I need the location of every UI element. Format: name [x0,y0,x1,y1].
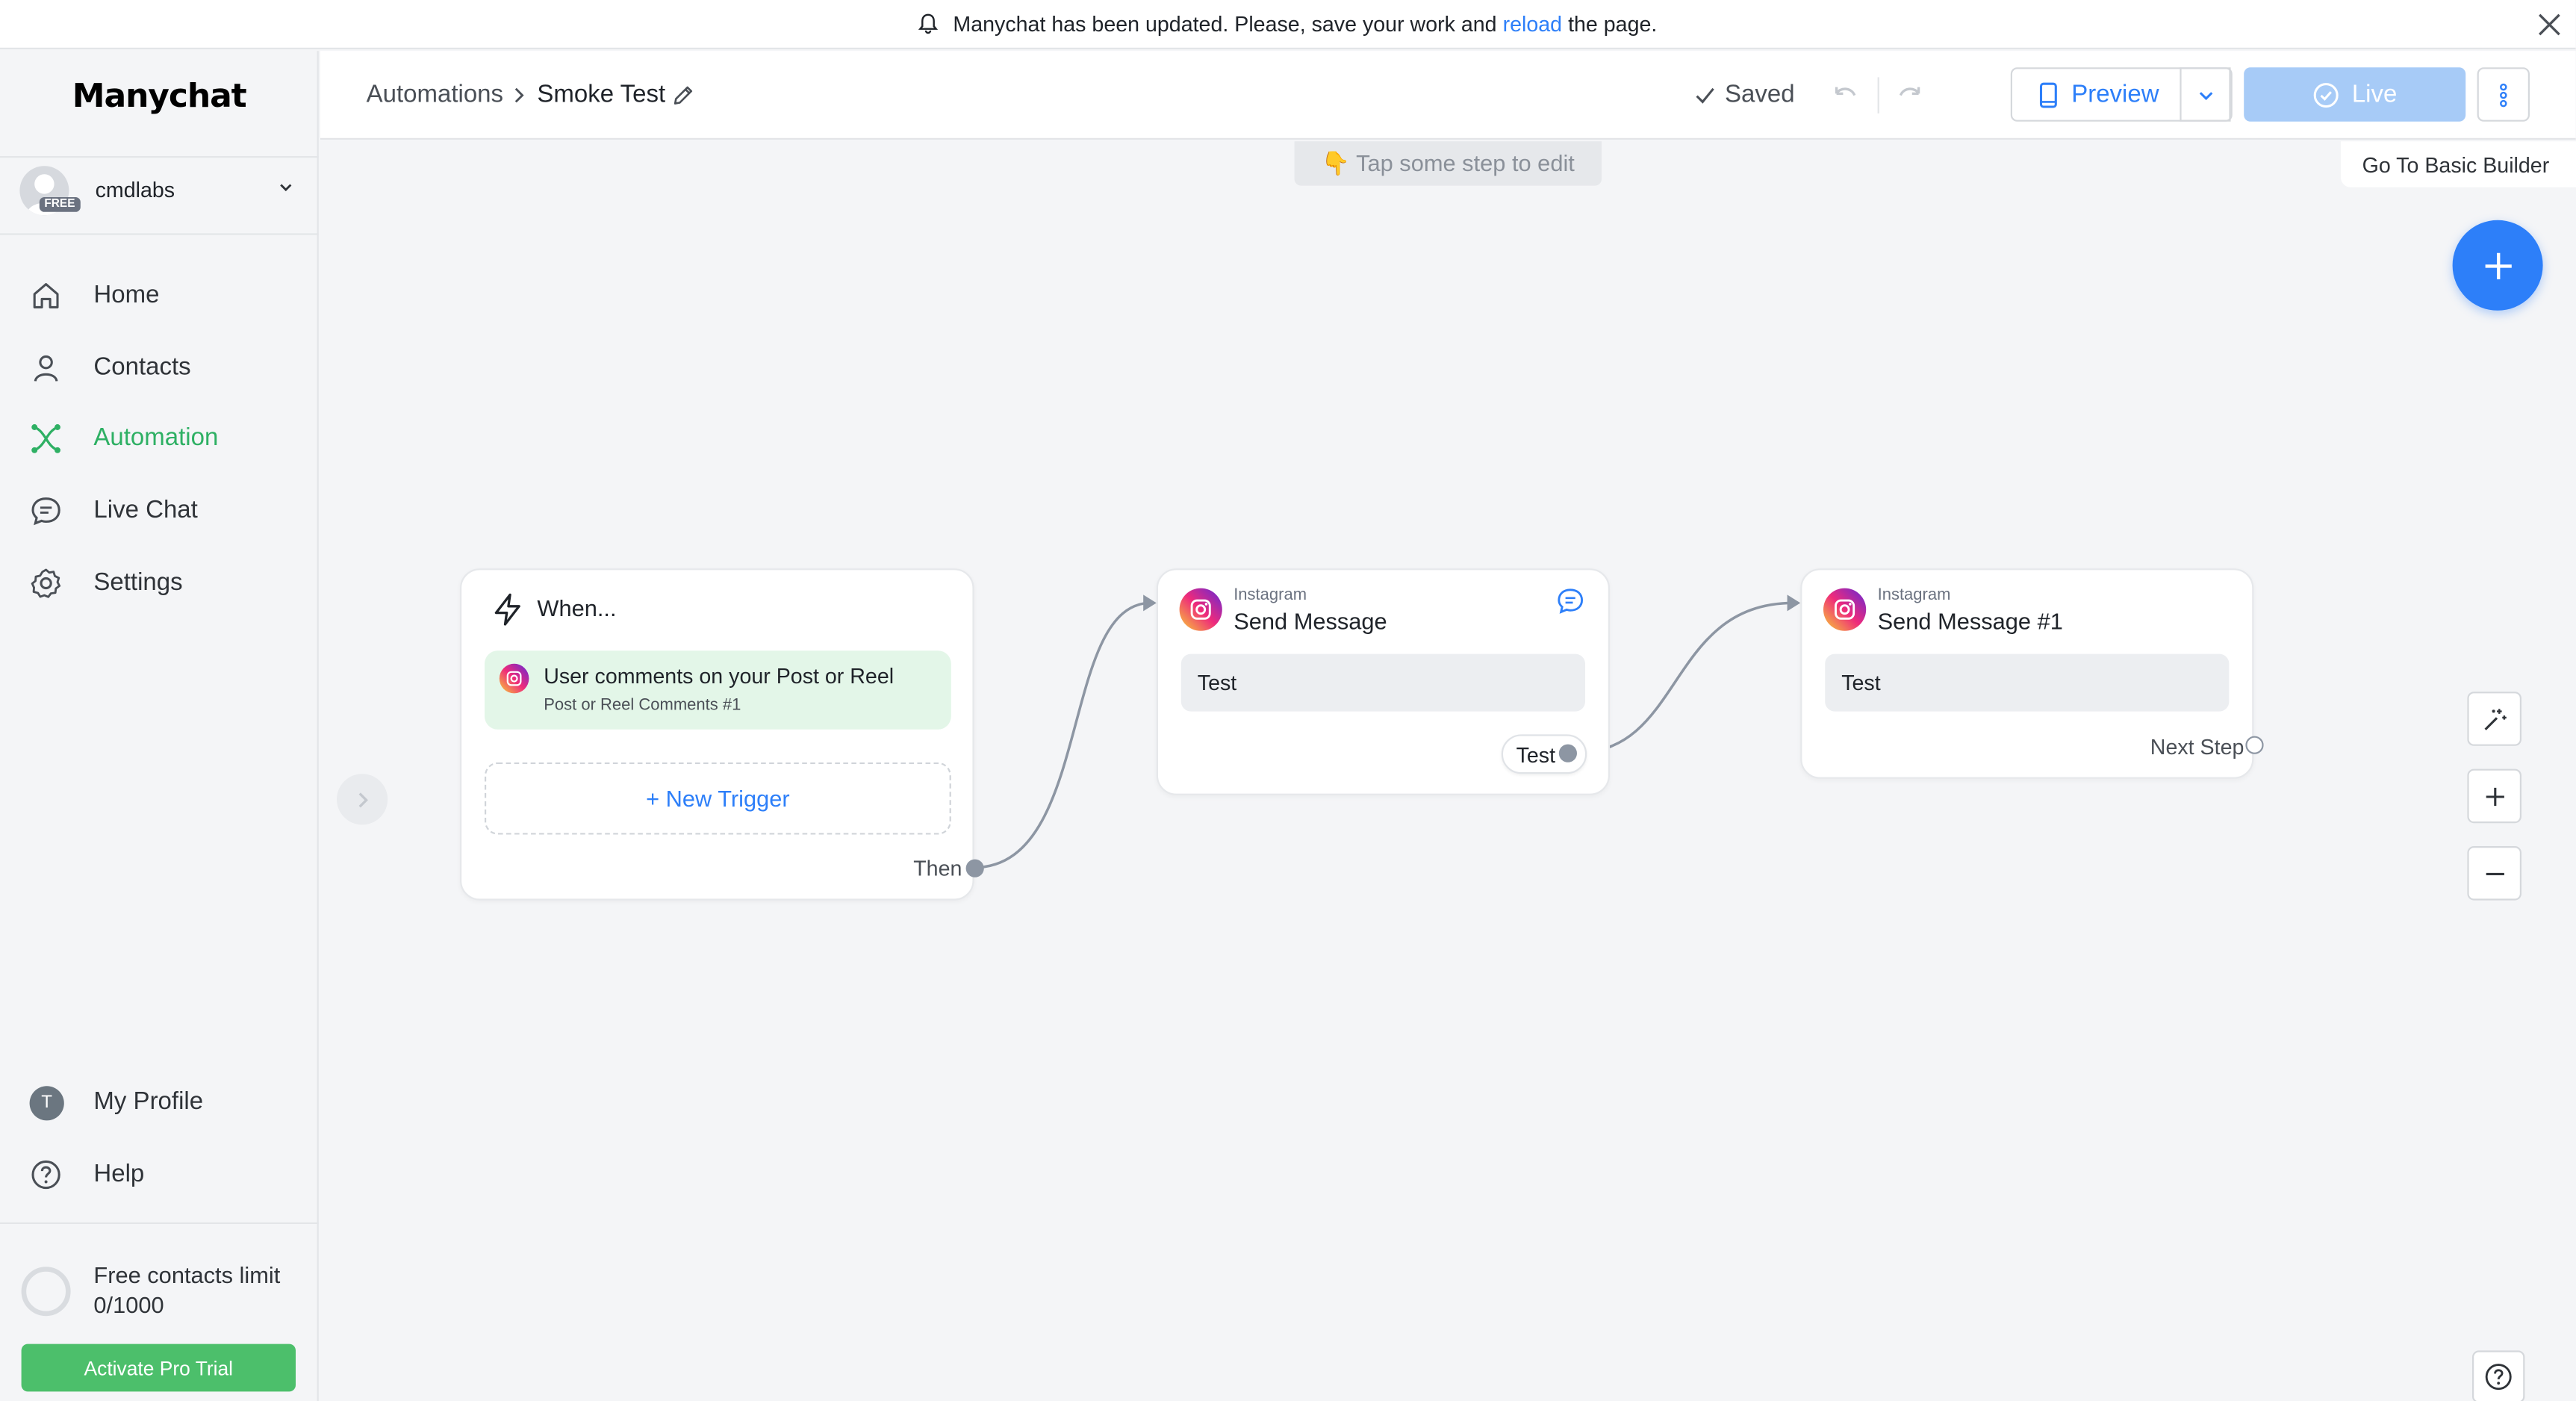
automation-icon [31,424,60,453]
undo-icon[interactable] [1829,79,1861,112]
help-button[interactable] [2472,1350,2525,1401]
sidebar-item-live-chat[interactable]: Live Chat [0,482,319,541]
update-banner: Manychat has been updated. Please, save … [0,0,2576,49]
zoom-in-button[interactable] [2467,768,2521,824]
trigger-item[interactable]: User comments on your Post or Reel Post … [485,650,951,730]
help-icon [31,1160,60,1190]
preview-label: Preview [2071,80,2159,109]
chevron-right-icon [514,87,524,103]
account-switcher[interactable]: FREE cmdlabs [0,156,319,235]
limit-value: 0/1000 [93,1291,164,1318]
sidebar-item-label: My Profile [93,1087,204,1116]
magic-wand-icon [2483,708,2506,730]
node-title: Send Message #1 [1877,608,2063,635]
contacts-limit: Free contacts limit 0/1000 Activate Pro … [0,1222,319,1401]
comment-icon [1558,588,1584,614]
chevron-down-icon [280,184,292,192]
sidebar-item-label: Help [93,1160,145,1188]
lightning-icon [494,593,520,626]
platform-label: Instagram [1233,586,1307,605]
trigger-node[interactable]: When... User comments on your Post or Re… [460,568,984,901]
manychat-logo[interactable]: Manychat [72,75,247,115]
gear-icon [31,568,61,598]
then-label: Then [913,856,962,881]
close-icon[interactable] [2533,8,2566,41]
preview-dropdown[interactable] [2180,67,2233,122]
redo-icon[interactable] [1894,79,1927,112]
platform-label: Instagram [1877,586,1951,605]
banner-text-end: the page. [1568,11,1658,37]
next-step-label: Next Step [2150,734,2244,759]
sidebar-item-label: Settings [93,568,183,597]
trigger-sublabel: Post or Reel Comments #1 [544,696,741,715]
plan-badge: FREE [39,197,81,212]
node-title: Send Message [1233,608,1387,635]
more-options-button[interactable] [2477,67,2530,122]
flow-name[interactable]: Smoke Test [537,81,665,108]
pencil-icon[interactable] [672,84,695,107]
live-button[interactable]: Live [2244,67,2466,122]
profile-avatar: T [29,1086,64,1121]
activate-pro-trial-button[interactable]: Activate Pro Trial [21,1343,296,1392]
new-trigger-button[interactable]: + New Trigger [485,762,951,835]
sidebar-item-automation[interactable]: Automation [0,409,319,468]
check-icon [1696,87,1714,103]
send-message-node[interactable]: Instagram Send Message Test Test [1156,568,1610,795]
limit-progress-ring [21,1267,71,1317]
sidebar-item-help[interactable]: Help [0,1145,319,1204]
sidebar-item-label: Live Chat [93,496,198,524]
message-text[interactable]: Test [1180,653,1585,712]
person-icon [34,355,58,382]
send-message-1-node[interactable]: Instagram Send Message #1 Test Next Step [1800,568,2264,779]
then-connector[interactable] [965,859,984,877]
flow-header: Automations Smoke Test Saved Preview Liv… [320,51,2576,140]
instagram-icon [499,663,529,694]
chevron-down-icon [2199,91,2213,100]
saved-status: Saved [1693,80,1795,109]
chat-icon [31,497,60,526]
instagram-icon [1179,588,1222,631]
sidebar-item-label: Automation [93,423,219,452]
message-text[interactable]: Test [1825,653,2230,712]
auto-arrange-button[interactable] [2467,692,2521,746]
sidebar-item-my-profile[interactable]: T My Profile [0,1073,319,1132]
flow-canvas[interactable]: 👇 Tap some step to edit Go To Basic Buil… [320,141,2576,1401]
trigger-title: When... [537,594,617,621]
check-circle-icon [2313,82,2339,108]
saved-label: Saved [1725,80,1795,109]
account-name: cmdlabs [95,177,175,202]
trigger-label: User comments on your Post or Reel [544,663,895,689]
button-connector[interactable] [1558,744,1577,762]
sidebar-item-settings[interactable]: Settings [0,553,319,612]
zoom-out-button[interactable] [2467,846,2521,901]
banner-text: Manychat has been updated. Please, save … [953,11,1497,37]
reload-link[interactable]: reload [1503,11,1563,36]
instagram-icon [1823,588,1867,631]
divider [1877,77,1879,114]
minus-icon [2485,872,2504,875]
sidebar-item-home[interactable]: Home [0,266,319,325]
sidebar-item-label: Home [93,281,160,309]
phone-icon [2039,81,2057,108]
sidebar-item-label: Contacts [93,353,191,382]
breadcrumb-automations[interactable]: Automations [367,81,503,108]
limit-label: Free contacts limit [93,1261,281,1288]
more-vertical-icon [2500,82,2507,107]
live-label: Live [2351,80,2398,109]
bell-icon [918,13,939,34]
home-icon [33,283,59,308]
sidebar: Manychat FREE cmdlabs Home Contacts Auto… [0,51,319,1401]
plus-icon [2485,786,2504,806]
help-icon [2485,1364,2512,1391]
next-step-connector[interactable] [2245,736,2264,754]
sidebar-item-contacts[interactable]: Contacts [0,338,319,397]
